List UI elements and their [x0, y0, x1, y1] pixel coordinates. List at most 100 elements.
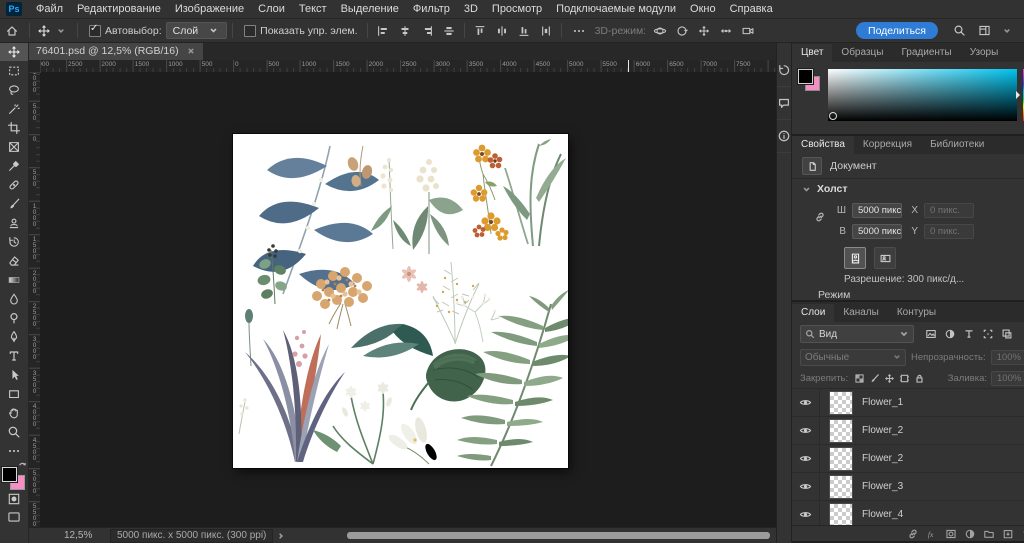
- link-layers-icon[interactable]: [907, 528, 919, 540]
- horizontal-scrollbar[interactable]: [347, 532, 770, 539]
- lock-all-icon[interactable]: [912, 373, 927, 384]
- new-group-icon[interactable]: [983, 528, 995, 540]
- canvas-viewport[interactable]: [40, 72, 776, 528]
- foreground-color-swatch[interactable]: [798, 69, 813, 84]
- tab-цвет[interactable]: Цвет: [792, 44, 832, 62]
- tab-образцы[interactable]: Образцы: [832, 44, 892, 62]
- heal-tool[interactable]: [0, 175, 28, 194]
- 3d-camera-icon[interactable]: [738, 24, 758, 38]
- height-field[interactable]: 5000 пикс: [852, 224, 902, 239]
- layer-fx-icon[interactable]: [926, 528, 938, 540]
- layer-filter-select[interactable]: Вид: [800, 325, 914, 343]
- gradient-tool[interactable]: [0, 270, 28, 289]
- dodge-tool[interactable]: [0, 308, 28, 327]
- eye-icon[interactable]: [792, 501, 820, 525]
- lasso-tool[interactable]: [0, 80, 28, 99]
- menu-item-11[interactable]: Справка: [723, 0, 780, 18]
- show-controls-checkbox[interactable]: [244, 25, 256, 37]
- menu-item-7[interactable]: 3D: [457, 0, 485, 18]
- menu-item-8[interactable]: Просмотр: [485, 0, 549, 18]
- canvas[interactable]: [233, 134, 568, 468]
- filter-smart-icon[interactable]: [998, 328, 1016, 340]
- eye-icon[interactable]: [792, 445, 820, 472]
- align-center-v-icon[interactable]: [439, 24, 459, 38]
- marquee-tool[interactable]: [0, 61, 28, 80]
- new-layer-icon[interactable]: [1002, 528, 1014, 540]
- share-button[interactable]: Поделиться: [856, 22, 938, 39]
- menu-item-4[interactable]: Текст: [292, 0, 334, 18]
- foreground-color-swatch[interactable]: [2, 467, 17, 482]
- history-icon[interactable]: [777, 54, 791, 87]
- more-align-options-icon[interactable]: [567, 24, 591, 38]
- 3d-pan-icon[interactable]: [694, 24, 714, 38]
- menu-item-9[interactable]: Подключаемые модули: [549, 0, 683, 18]
- eye-icon[interactable]: [792, 473, 820, 500]
- opacity-field[interactable]: 100%: [991, 350, 1024, 365]
- menu-item-10[interactable]: Окно: [683, 0, 723, 18]
- menu-item-2[interactable]: Изображение: [168, 0, 251, 18]
- filter-adjust-icon[interactable]: [941, 328, 959, 340]
- current-tool-button[interactable]: [35, 24, 72, 38]
- layer-row[interactable]: Flower_2: [792, 445, 1024, 473]
- info-icon[interactable]: [777, 120, 791, 153]
- lock-transparent-icon[interactable]: [852, 373, 867, 384]
- menu-item-1[interactable]: Редактирование: [70, 0, 168, 18]
- add-mask-icon[interactable]: [945, 528, 957, 540]
- saturation-brightness-field[interactable]: [828, 69, 1017, 121]
- filter-shape-icon[interactable]: [979, 328, 997, 340]
- hue-slider-marker[interactable]: [1016, 91, 1024, 99]
- tab-свойства[interactable]: Свойства: [792, 136, 854, 154]
- new-adjustment-icon[interactable]: [964, 528, 976, 540]
- tab-библиотеки[interactable]: Библиотеки: [921, 136, 993, 154]
- layer-row[interactable]: Flower_4: [792, 501, 1024, 525]
- tab-коррекция[interactable]: Коррекция: [854, 136, 921, 154]
- home-icon[interactable]: [0, 24, 24, 38]
- path-select-tool[interactable]: [0, 365, 28, 384]
- edit-toolbar-tool[interactable]: [0, 441, 28, 460]
- history-brush-tool[interactable]: [0, 232, 28, 251]
- stamp-tool[interactable]: [0, 213, 28, 232]
- autoselect-checkbox[interactable]: [89, 25, 101, 37]
- quick-mask-button[interactable]: [0, 490, 28, 508]
- eye-icon[interactable]: [792, 417, 820, 444]
- link-dimensions-icon[interactable]: [814, 211, 826, 223]
- filter-type-icon[interactable]: [960, 328, 978, 340]
- y-field[interactable]: 0 пикс.: [924, 224, 974, 239]
- layer-row[interactable]: Flower_2: [792, 417, 1024, 445]
- wand-tool[interactable]: [0, 99, 28, 118]
- hand-tool[interactable]: [0, 403, 28, 422]
- tab-контуры[interactable]: Контуры: [888, 304, 945, 322]
- distribute-bottom-icon[interactable]: [514, 24, 534, 38]
- zoom-tool[interactable]: [0, 422, 28, 441]
- type-tool[interactable]: [0, 346, 28, 365]
- autoselect-target-select[interactable]: Слой: [166, 22, 228, 39]
- blur-tool[interactable]: [0, 289, 28, 308]
- tab-каналы[interactable]: Каналы: [834, 304, 888, 322]
- frame-tool[interactable]: [0, 137, 28, 156]
- orientation-landscape-button[interactable]: [874, 247, 896, 269]
- screen-mode-button[interactable]: [0, 508, 28, 526]
- menu-item-5[interactable]: Выделение: [334, 0, 406, 18]
- layer-row[interactable]: Flower_1: [792, 389, 1024, 417]
- menu-item-0[interactable]: Файл: [29, 0, 70, 18]
- layer-row[interactable]: Flower_3: [792, 473, 1024, 501]
- distribute-center-icon[interactable]: [492, 24, 512, 38]
- tab-слои[interactable]: Слои: [792, 304, 834, 322]
- layer-thumbnail[interactable]: [829, 419, 853, 443]
- tab-градиенты[interactable]: Градиенты: [892, 44, 960, 62]
- photoshop-logo-icon[interactable]: Ps: [6, 2, 22, 16]
- menu-item-3[interactable]: Слои: [251, 0, 292, 18]
- 3d-orbit-icon[interactable]: [650, 24, 670, 38]
- zoom-level-field[interactable]: 12,5%: [64, 530, 100, 541]
- align-center-h-icon[interactable]: [395, 24, 415, 38]
- orientation-portrait-button[interactable]: [844, 247, 866, 269]
- lock-position-icon[interactable]: [882, 373, 897, 384]
- lock-pixels-icon[interactable]: [867, 373, 882, 384]
- crop-tool[interactable]: [0, 118, 28, 137]
- comment-icon[interactable]: [777, 87, 791, 120]
- distribute-top-icon[interactable]: [470, 24, 490, 38]
- menu-item-6[interactable]: Фильтр: [406, 0, 457, 18]
- color-picker-dot[interactable]: [829, 112, 837, 120]
- chevron-down-icon[interactable]: [802, 185, 811, 194]
- 3d-roll-icon[interactable]: [672, 24, 692, 38]
